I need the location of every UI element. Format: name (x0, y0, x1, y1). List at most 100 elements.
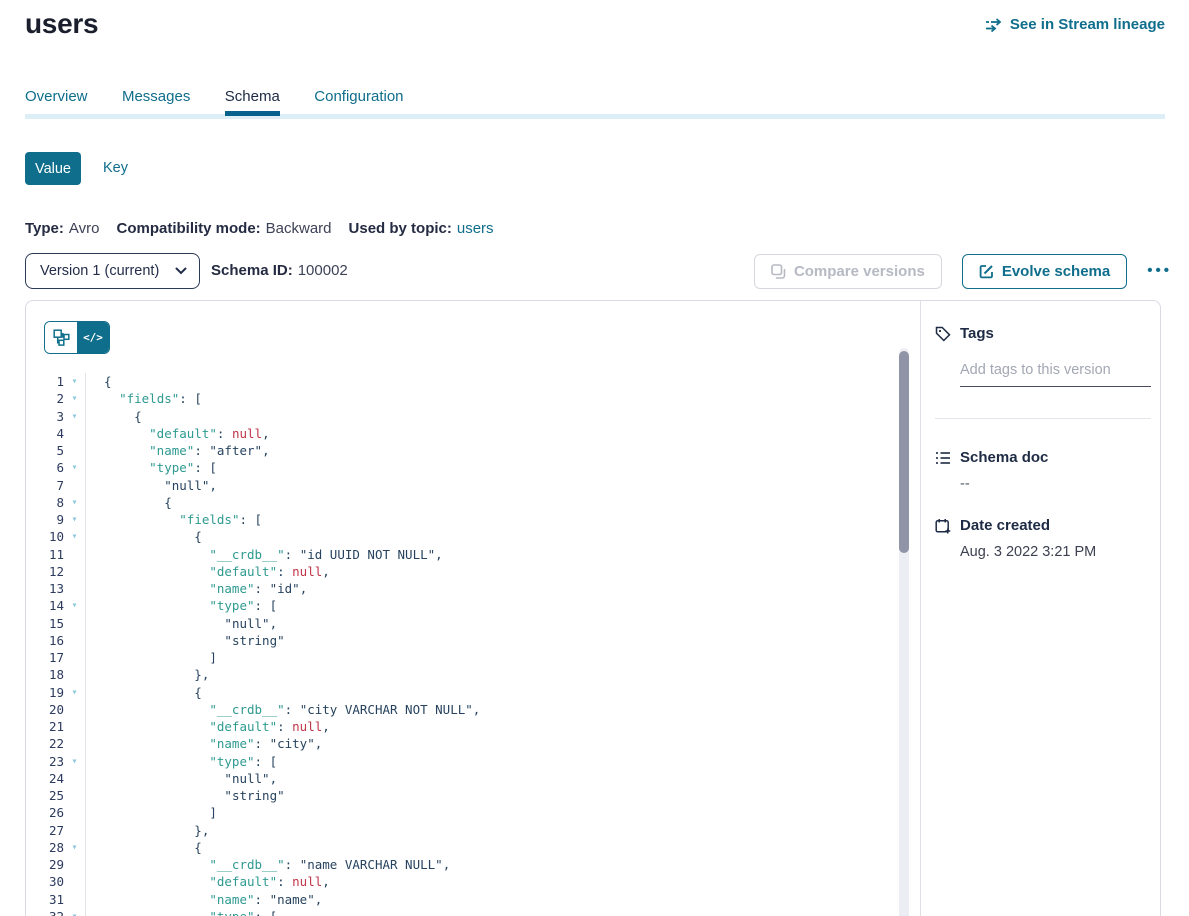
collapse-arrow-icon[interactable]: ▾ (64, 908, 85, 916)
collapse-arrow-icon[interactable]: ▾ (64, 684, 85, 701)
stream-lineage-link[interactable]: See in Stream lineage (986, 16, 1165, 33)
code-line: 22 "name": "city", (26, 735, 899, 752)
tags-section-header: Tags (935, 325, 994, 342)
code-text: "__crdb__": "id UUID NOT NULL", (85, 546, 899, 563)
sidebar-divider (935, 418, 1151, 419)
tree-view-button[interactable] (45, 322, 77, 353)
code-view-button[interactable]: </> (77, 322, 109, 353)
tab-schema[interactable]: Schema (225, 88, 280, 116)
schema-actions: Compare versions Evolve schema ••• (754, 253, 1172, 289)
collapse-arrow-spacer (64, 649, 85, 666)
collapse-arrow-icon[interactable]: ▾ (64, 494, 85, 511)
code-text: "type": [ (85, 459, 899, 476)
collapse-arrow-spacer (64, 735, 85, 752)
more-actions-button[interactable]: ••• (1147, 253, 1172, 289)
code-text: "default": null, (85, 718, 899, 735)
tab-configuration[interactable]: Configuration (314, 88, 403, 116)
collapse-arrow-icon[interactable]: ▾ (64, 511, 85, 528)
collapse-arrow-spacer (64, 477, 85, 494)
line-number: 28 (26, 839, 64, 856)
collapse-arrow-icon[interactable]: ▾ (64, 528, 85, 545)
tab-messages[interactable]: Messages (122, 88, 190, 116)
line-number: 27 (26, 822, 64, 839)
topic-link[interactable]: users (457, 220, 494, 237)
collapse-arrow-icon[interactable]: ▾ (64, 373, 85, 390)
schema-meta-row: Type:Avro Compatibility mode:Backward Us… (25, 220, 494, 237)
code-line: 14▾ "type": [ (26, 597, 899, 614)
version-select[interactable]: Version 1 (current) (25, 253, 200, 289)
schema-code-editor[interactable]: 1▾{2▾ "fields": [3▾ {4 "default": null,5… (26, 373, 899, 916)
meta-type: Type:Avro (25, 220, 99, 237)
type-value: Avro (69, 220, 100, 237)
code-line: 15 "null", (26, 615, 899, 632)
code-text: { (85, 684, 899, 701)
collapse-arrow-icon[interactable]: ▾ (64, 597, 85, 614)
code-text: }, (85, 822, 899, 839)
meta-compatibility: Compatibility mode:Backward (116, 220, 331, 237)
collapse-arrow-spacer (64, 666, 85, 683)
code-line: 31 "name": "name", (26, 891, 899, 908)
collapse-arrow-spacer (64, 787, 85, 804)
key-toggle-button[interactable]: Key (103, 152, 128, 185)
code-text: "null", (85, 477, 899, 494)
code-text: ] (85, 804, 899, 821)
collapse-arrow-spacer (64, 822, 85, 839)
collapse-arrow-icon[interactable]: ▾ (64, 408, 85, 425)
line-number: 3 (26, 408, 64, 425)
scrollbar-track[interactable] (899, 348, 909, 916)
line-number: 23 (26, 753, 64, 770)
code-text: "type": [ (85, 753, 899, 770)
line-number: 25 (26, 787, 64, 804)
code-text: { (85, 839, 899, 856)
code-text: "type": [ (85, 597, 899, 614)
collapse-arrow-spacer (64, 770, 85, 787)
schema-card: </> 1▾{2▾ "fields": [3▾ {4 "default": nu… (25, 300, 1161, 916)
line-number: 24 (26, 770, 64, 787)
collapse-arrow-icon[interactable]: ▾ (64, 839, 85, 856)
code-line: 13 "name": "id", (26, 580, 899, 597)
code-line: 9▾ "fields": [ (26, 511, 899, 528)
tags-input[interactable] (960, 354, 1151, 387)
code-text: { (85, 373, 899, 390)
line-number: 19 (26, 684, 64, 701)
code-text: "default": null, (85, 563, 899, 580)
line-number: 17 (26, 649, 64, 666)
date-created-value: Aug. 3 2022 3:21 PM (960, 544, 1096, 560)
page-title: users (25, 8, 98, 40)
code-line: 12 "default": null, (26, 563, 899, 580)
evolve-schema-button[interactable]: Evolve schema (962, 254, 1127, 289)
compare-versions-button[interactable]: Compare versions (754, 254, 942, 289)
code-text: "fields": [ (85, 511, 899, 528)
code-line: 28▾ { (26, 839, 899, 856)
collapse-arrow-spacer (64, 718, 85, 735)
code-text: "fields": [ (85, 390, 899, 407)
code-line: 4 "default": null, (26, 425, 899, 442)
line-number: 18 (26, 666, 64, 683)
code-text: { (85, 408, 899, 425)
line-number: 21 (26, 718, 64, 735)
value-toggle-button[interactable]: Value (25, 152, 81, 185)
code-line: 3▾ { (26, 408, 899, 425)
tab-overview[interactable]: Overview (25, 88, 88, 116)
collapse-arrow-spacer (64, 701, 85, 718)
code-line: 11 "__crdb__": "id UUID NOT NULL", (26, 546, 899, 563)
list-icon (935, 450, 951, 466)
code-line: 24 "null", (26, 770, 899, 787)
collapse-arrow-icon[interactable]: ▾ (64, 459, 85, 476)
scrollbar-thumb[interactable] (899, 351, 909, 553)
collapse-arrow-icon[interactable]: ▾ (64, 753, 85, 770)
code-text: "null", (85, 770, 899, 787)
tags-title: Tags (960, 325, 994, 342)
compare-versions-icon (771, 264, 786, 279)
date-created-title: Date created (960, 517, 1050, 534)
code-text: "string" (85, 787, 899, 804)
tag-icon (935, 326, 951, 342)
line-number: 4 (26, 425, 64, 442)
code-text: "string" (85, 632, 899, 649)
code-line: 1▾{ (26, 373, 899, 390)
evolve-schema-label: Evolve schema (1002, 263, 1110, 280)
line-number: 31 (26, 891, 64, 908)
line-number: 26 (26, 804, 64, 821)
controls-row: Version 1 (current) Schema ID:100002 Com… (25, 253, 1172, 289)
collapse-arrow-icon[interactable]: ▾ (64, 390, 85, 407)
